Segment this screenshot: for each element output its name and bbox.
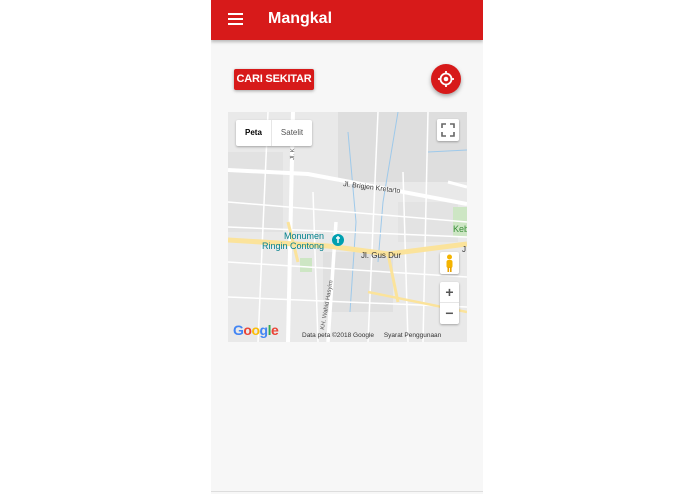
pegman-icon: [446, 254, 453, 272]
map-view[interactable]: Jl. Brigjen Kretarto Jl. Gus Dur KH. Wah…: [228, 112, 467, 342]
search-nearby-button[interactable]: CARI SEKITAR: [234, 69, 314, 90]
my-location-icon: [438, 71, 454, 87]
zoom-control: + −: [440, 282, 459, 324]
google-logo: Google: [233, 322, 279, 338]
poi-label: Ringin Contong: [262, 241, 324, 251]
terms-link[interactable]: Syarat Penggunaan: [384, 332, 441, 339]
street-view-button[interactable]: [440, 252, 459, 274]
app-screen: Mangkal CARI SEKITAR Jl. Brigjen Kretart…: [211, 0, 483, 494]
map-type-control: Peta Satelit: [236, 120, 313, 146]
hamburger-menu-icon[interactable]: [228, 13, 243, 26]
street-label: Jl. K: [290, 148, 296, 160]
map-type-map-button[interactable]: Peta: [236, 120, 272, 146]
app-bar: Mangkal: [211, 0, 483, 40]
zoom-in-button[interactable]: +: [440, 282, 459, 303]
fullscreen-icon: [441, 123, 455, 137]
street-label: Jl. Gus Dur: [361, 251, 401, 260]
map-tiles[interactable]: Jl. Brigjen Kretarto Jl. Gus Dur KH. Wah…: [228, 112, 467, 342]
map-attribution: Data peta ©2018 Google: [302, 332, 375, 339]
edge-label: J: [462, 245, 466, 254]
poi-label: Monumen: [284, 231, 324, 241]
map-footer: Data peta ©2018 Google Syarat Penggunaan: [302, 332, 449, 339]
locate-me-button[interactable]: [431, 64, 461, 94]
edge-label: Keb: [453, 224, 467, 234]
zoom-out-button[interactable]: −: [440, 303, 459, 323]
fullscreen-button[interactable]: [437, 119, 459, 141]
divider: [211, 491, 483, 492]
map-type-satellite-button[interactable]: Satelit: [272, 120, 312, 146]
app-title: Mangkal: [268, 10, 333, 27]
